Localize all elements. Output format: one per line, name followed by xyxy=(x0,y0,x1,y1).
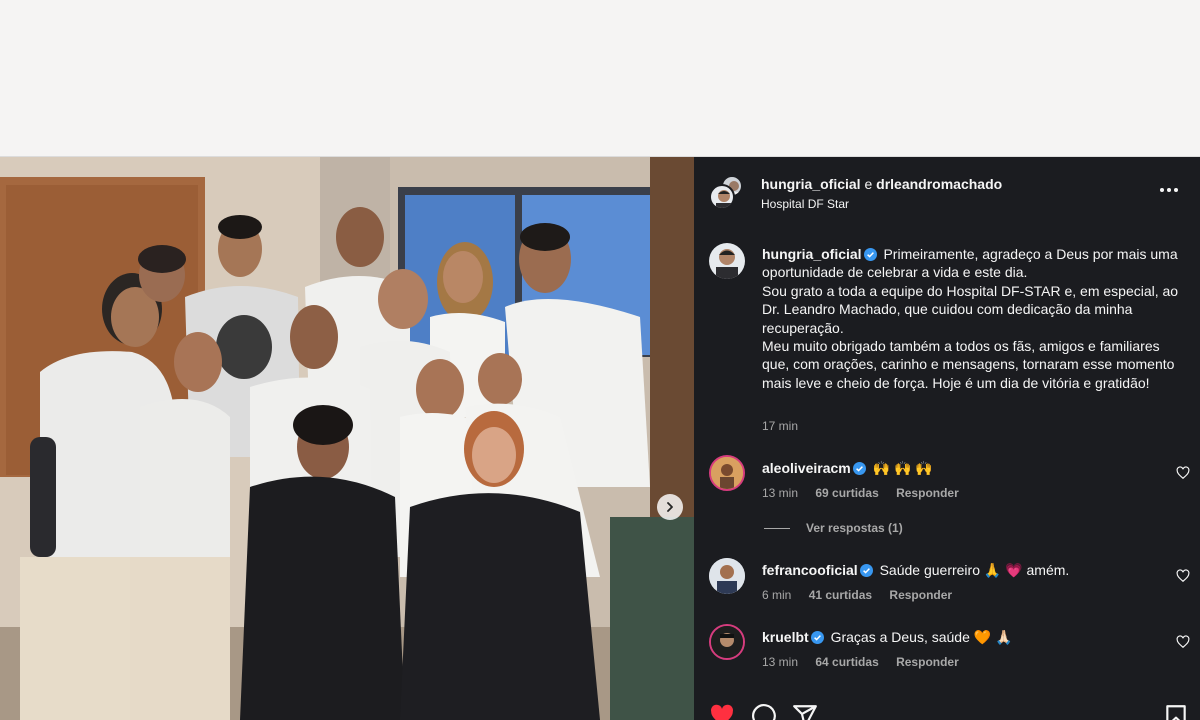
comment-username[interactable]: kruelbt xyxy=(762,629,809,645)
comment-icon[interactable] xyxy=(751,703,777,720)
comment-text: 🙌 🙌 🙌 xyxy=(872,460,933,476)
comment-likes[interactable]: 41 curtidas xyxy=(809,588,872,602)
post-caption: hungria_oficial Primeiramente, agradeço … xyxy=(762,245,1182,392)
page-top-background xyxy=(0,0,1200,157)
comment-meta: 13 min 69 curtidas Responder xyxy=(762,486,973,500)
comment-likes[interactable]: 64 curtidas xyxy=(815,655,878,669)
comment-username[interactable]: fefrancooficial xyxy=(762,562,858,578)
heart-icon[interactable] xyxy=(1176,466,1190,480)
post-modal: hungria_oficial e drleandromachado Hospi… xyxy=(0,157,1200,720)
caption-time: 17 min xyxy=(762,419,799,433)
post-actions xyxy=(694,703,1200,720)
next-arrow-icon xyxy=(667,502,673,512)
comment-avatar[interactable] xyxy=(709,624,745,660)
heart-icon[interactable] xyxy=(1176,635,1190,649)
comment-time: 6 min xyxy=(762,588,792,602)
header-usernames: hungria_oficial e drleandromachado xyxy=(761,176,1002,192)
comment-username[interactable]: aleoliveiracm xyxy=(762,460,851,476)
view-replies-button[interactable]: Ver respostas (1) xyxy=(764,521,903,535)
more-options-button[interactable] xyxy=(1160,183,1182,197)
comment-likes[interactable]: 69 curtidas xyxy=(815,486,878,500)
verified-icon xyxy=(852,462,866,475)
caption-username[interactable]: hungria_oficial xyxy=(762,246,862,262)
comment-avatar[interactable] xyxy=(709,455,745,491)
comment-avatar[interactable] xyxy=(709,558,745,594)
heart-icon[interactable] xyxy=(1176,569,1190,583)
group-photo-illustration xyxy=(0,157,694,720)
comment-text: Saúde guerreiro 🙏 💗 amém. xyxy=(879,562,1070,578)
post-header: hungria_oficial e drleandromachado Hospi… xyxy=(694,157,1200,225)
comment-time: 13 min xyxy=(762,486,799,500)
comment-meta: 6 min 41 curtidas Responder xyxy=(762,588,966,602)
post-side-panel: hungria_oficial e drleandromachado Hospi… xyxy=(694,157,1200,720)
verified-icon xyxy=(863,248,877,261)
bookmark-icon[interactable] xyxy=(1163,703,1189,720)
header-collaborator[interactable]: drleandromachado xyxy=(876,176,1002,192)
avatar-hungria-oficial[interactable] xyxy=(709,184,735,210)
comment-reply-button[interactable]: Responder xyxy=(896,655,959,669)
caption-line-3: Meu muito obrigado também a todos os fãs… xyxy=(762,338,1175,391)
heart-icon[interactable] xyxy=(709,703,735,720)
post-photo[interactable] xyxy=(0,157,694,720)
caption-avatar[interactable] xyxy=(709,243,745,279)
comment-time: 13 min xyxy=(762,655,799,669)
comment-reply-button[interactable]: Responder xyxy=(896,486,959,500)
verified-icon xyxy=(859,564,873,577)
comment-text: Graças a Deus, saúde 🧡 🙏🏻 xyxy=(830,629,1013,645)
comment-reply-button[interactable]: Responder xyxy=(889,588,952,602)
next-photo-button[interactable] xyxy=(657,494,683,520)
share-icon[interactable] xyxy=(792,703,818,720)
verified-icon xyxy=(810,631,824,644)
more-icon xyxy=(1160,188,1164,192)
header-username[interactable]: hungria_oficial xyxy=(761,176,861,192)
header-location[interactable]: Hospital DF Star xyxy=(761,197,849,211)
comment-meta: 13 min 64 curtidas Responder xyxy=(762,655,973,669)
caption-line-2: Sou grato a toda a equipe do Hospital DF… xyxy=(762,282,1179,336)
header-connector: e xyxy=(864,176,873,192)
collab-avatars[interactable] xyxy=(709,175,743,210)
